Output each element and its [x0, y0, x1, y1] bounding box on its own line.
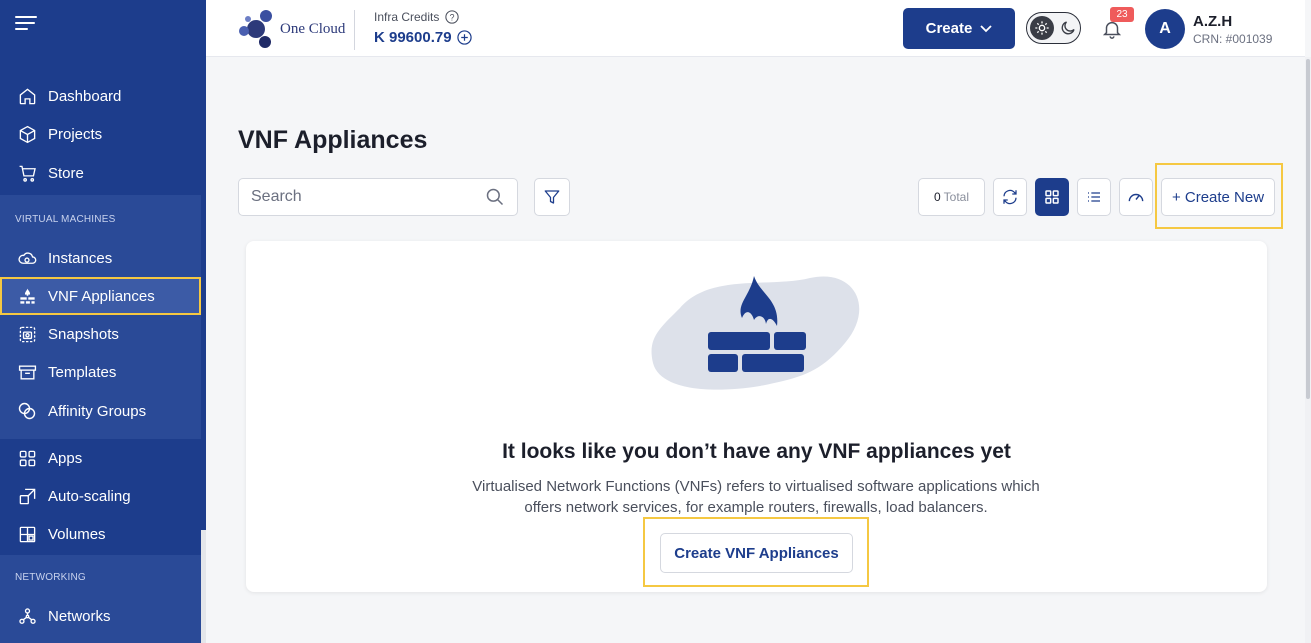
- empty-state-description: Virtualised Network Functions (VNFs) ref…: [446, 476, 1066, 518]
- search-box[interactable]: [238, 178, 518, 216]
- list-icon: [1088, 192, 1100, 202]
- user-name[interactable]: A.Z.H: [1193, 13, 1232, 30]
- create-vnf-appliances-button[interactable]: Create VNF Appliances: [660, 533, 853, 573]
- sidebar-item-label: Snapshots: [48, 325, 119, 343]
- cube-icon: [17, 124, 37, 144]
- sidebar-item-templates[interactable]: Templates: [0, 353, 201, 391]
- sidebar-item-label: Affinity Groups: [48, 402, 147, 420]
- sidebar-item-affinity-groups[interactable]: Affinity Groups: [0, 392, 201, 430]
- user-crn: CRN: #001039: [1193, 32, 1273, 46]
- snapshot-icon: [17, 324, 37, 344]
- empty-state-title: It looks like you don’t have any VNF app…: [502, 440, 1011, 463]
- sidebar-item-auto-scaling[interactable]: Auto-scaling: [0, 477, 201, 515]
- sidebar-item-vnf-appliances[interactable]: VNF Appliances: [0, 277, 201, 315]
- sidebar-item-instances[interactable]: Instances: [0, 239, 201, 277]
- cloud-icon: [17, 248, 37, 268]
- filter-icon: [544, 190, 560, 204]
- notification-badge: 23: [1110, 7, 1134, 22]
- sidebar-item-label: Store: [48, 164, 84, 182]
- filter-button[interactable]: [534, 178, 570, 216]
- logo-text: One Cloud: [280, 20, 346, 37]
- section-label-networking: NETWORKING: [15, 572, 86, 583]
- help-icon[interactable]: ?: [445, 10, 460, 24]
- sidebar-item-label: Templates: [48, 363, 117, 381]
- credits-value: K 99600.79: [374, 29, 472, 46]
- sidebar-item-label: Volumes: [48, 525, 106, 543]
- firewall-illustration-icon: [651, 276, 860, 390]
- refresh-icon: [1003, 189, 1017, 205]
- sidebar-item-store[interactable]: Store: [0, 154, 201, 192]
- create-new-button[interactable]: + Create New: [1161, 178, 1275, 216]
- network-icon: [17, 606, 37, 626]
- credits-label-text: Infra Credits: [374, 10, 440, 24]
- create-button-label: Create: [925, 20, 973, 37]
- sidebar-item-snapshots[interactable]: Snapshots: [0, 315, 201, 353]
- menu-toggle-icon[interactable]: [15, 16, 37, 34]
- search-icon[interactable]: [485, 187, 505, 207]
- svg-text:?: ?: [450, 13, 455, 23]
- sidebar-scrollbar[interactable]: [201, 0, 206, 643]
- sidebar-item-label: Auto-scaling: [48, 487, 131, 505]
- sidebar-item-networks[interactable]: Networks: [0, 597, 201, 635]
- credits-amount: K 99600.79: [374, 29, 452, 46]
- empty-desc-line-1: Virtualised Network Functions (VNFs) ref…: [472, 478, 1040, 495]
- sidebar-item-label: Apps: [48, 449, 83, 467]
- credits-label: Infra Credits ?: [374, 10, 460, 24]
- home-icon: [17, 86, 37, 106]
- total-count-badge: 0 Total: [918, 178, 985, 216]
- refresh-button[interactable]: [993, 178, 1027, 216]
- header-divider: [354, 10, 355, 50]
- list-view-button[interactable]: [1077, 178, 1111, 216]
- moon-icon: [1061, 21, 1075, 35]
- sun-icon: [1030, 16, 1054, 40]
- archive-icon: [17, 362, 37, 382]
- cart-icon: [17, 163, 37, 183]
- chevron-down-icon: [980, 24, 992, 32]
- sidebar-item-volumes[interactable]: Volumes: [0, 515, 201, 553]
- gauge-icon: [1128, 193, 1144, 202]
- sidebar-item-projects[interactable]: Projects: [0, 115, 201, 153]
- grid-view-button[interactable]: [1035, 178, 1069, 216]
- grid-icon: [1045, 190, 1059, 204]
- add-credits-icon[interactable]: [456, 30, 472, 45]
- sidebar-item-label: Networks: [48, 607, 111, 625]
- auto-scale-icon: [17, 486, 37, 506]
- sidebar-item-apps[interactable]: Apps: [0, 439, 201, 477]
- sidebar: Dashboard Projects Store VIRTUAL MACHINE…: [0, 0, 201, 643]
- volumes-icon: [17, 524, 37, 544]
- total-count: 0: [933, 190, 941, 204]
- create-dropdown-button[interactable]: Create: [903, 8, 1015, 49]
- sidebar-item-label: Dashboard: [48, 87, 122, 105]
- sidebar-item-label: Instances: [48, 249, 113, 267]
- sidebar-item-label: VNF Appliances: [48, 287, 155, 305]
- firewall-icon: [17, 286, 37, 306]
- affinity-icon: [17, 401, 37, 421]
- logo[interactable]: One Cloud: [238, 9, 348, 49]
- empty-desc-line-2: offers network services, for example rou…: [524, 499, 988, 516]
- total-label: Total: [943, 190, 970, 204]
- page-title: VNF Appliances: [238, 126, 428, 154]
- dashboard-view-button[interactable]: [1119, 178, 1153, 216]
- logo-icon: [239, 10, 272, 48]
- search-input[interactable]: [251, 187, 471, 207]
- theme-toggle[interactable]: [1026, 12, 1081, 44]
- avatar[interactable]: A: [1145, 9, 1185, 49]
- page-scrollbar[interactable]: [1305, 57, 1311, 643]
- sidebar-item-label: Projects: [48, 125, 103, 143]
- sidebar-item-dashboard[interactable]: Dashboard: [0, 77, 201, 115]
- apps-grid-icon: [17, 448, 37, 468]
- section-label-virtual-machines: VIRTUAL MACHINES: [15, 214, 116, 225]
- top-header: One Cloud Infra Credits ? K 99600.79 Cre…: [206, 0, 1305, 57]
